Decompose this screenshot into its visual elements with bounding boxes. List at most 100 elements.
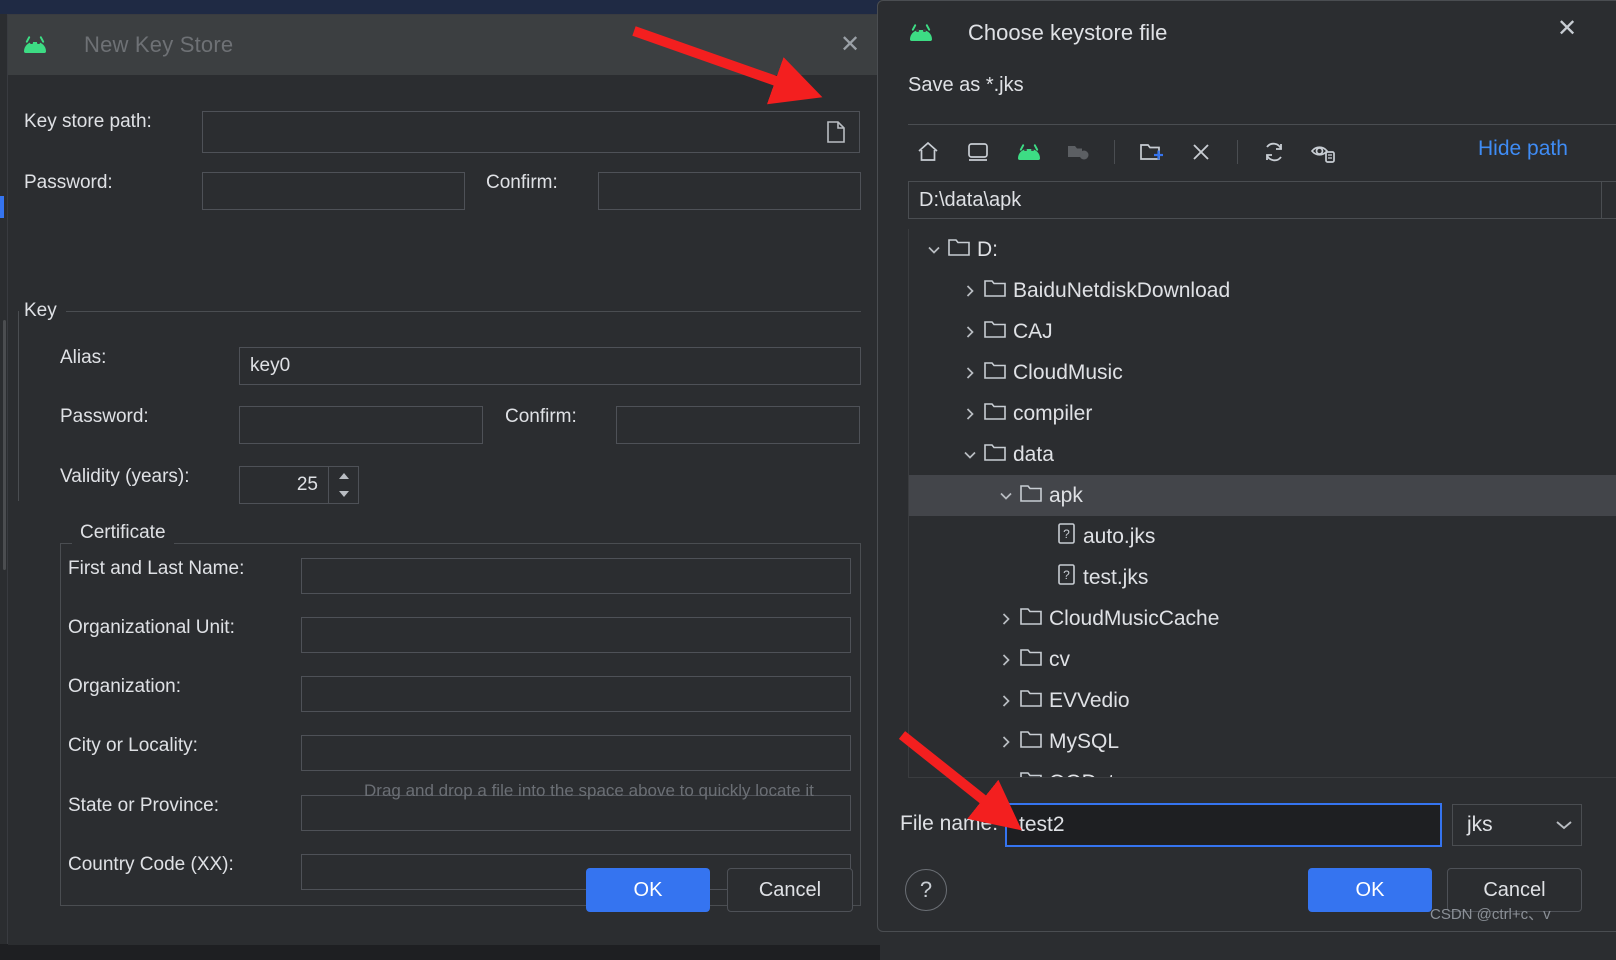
chevron-right-icon[interactable] [957,366,983,380]
tree-folder-row[interactable]: CloudMusic [909,352,1616,393]
ide-titlebar-backdrop [0,0,880,14]
tree-folder-row[interactable]: cv [909,639,1616,680]
extension-select[interactable]: jks [1452,804,1582,846]
store-confirm-row: Confirm: [486,172,558,194]
cert-label-country-code: Country Code (XX): [68,854,234,875]
chevron-down-icon[interactable] [1547,819,1581,831]
key-group-divider [66,311,861,312]
chevron-down-icon[interactable] [921,243,947,257]
chevron-right-icon[interactable] [957,407,983,421]
key-store-path-input[interactable] [202,111,860,153]
tree-folder-row[interactable]: CAJ [909,311,1616,352]
screen: New Key Store ✕ Key store path: Password… [0,0,1616,960]
cert-input-first-last-name[interactable] [301,558,851,594]
tree-item-label: cv [1049,647,1070,671]
store-password-input[interactable] [202,172,465,210]
file-name-label: File name: [900,812,999,835]
tree-folder-row[interactable]: CloudMusicCache [909,598,1616,639]
cert-row-organizational-unit: Organizational Unit: [68,617,300,639]
cert-label-organizational-unit: Organizational Unit: [68,617,235,638]
project-folder-icon[interactable] [1058,132,1098,172]
new-key-store-ok-button[interactable]: OK [586,868,710,912]
choose-keystore-ok-button[interactable]: OK [1308,868,1432,912]
spinner-down-icon[interactable] [329,485,358,503]
tree-folder-row[interactable]: apk [909,475,1616,516]
validity-spin-buttons[interactable] [328,467,358,503]
folder-icon [1019,687,1043,714]
tree-file-row[interactable]: ? test.jks [909,557,1616,598]
key-password-row: Password: [60,406,149,428]
certificate-group [60,543,861,906]
chevron-down-icon[interactable] [957,448,983,462]
close-icon[interactable]: ✕ [833,28,867,62]
tree-folder-row[interactable]: EVVedio [909,680,1616,721]
show-hidden-files-icon[interactable] [1304,132,1344,172]
alias-input[interactable]: key0 [239,347,861,385]
tree-folder-row[interactable]: BaiduNetdiskDownload [909,270,1616,311]
tree-folder-row[interactable]: MySQL [909,721,1616,762]
key-password-input[interactable] [239,406,483,444]
help-button[interactable]: ? [905,869,947,911]
hide-path-link[interactable]: Hide path [1478,137,1568,161]
close-icon[interactable]: ✕ [1550,11,1584,45]
file-tree[interactable]: D: BaiduNetdiskDownload CAJ CloudMusic compi… [908,229,1616,777]
tree-item-label: MySQL [1049,729,1120,753]
chevron-right-icon[interactable] [993,735,1019,749]
key-confirm-input[interactable] [616,406,860,444]
tree-folder-row[interactable]: QQData [909,762,1616,777]
android-robot-icon [22,35,48,53]
tree-folder-row[interactable]: data [909,434,1616,475]
folder-icon [1019,646,1043,673]
tree-folder-row[interactable]: compiler [909,393,1616,434]
folder-icon [983,359,1007,386]
choose-keystore-title: Choose keystore file [968,20,1168,45]
file-name-input[interactable]: test2 [1005,803,1442,847]
chevron-right-icon[interactable] [993,694,1019,708]
store-confirm-input[interactable] [598,172,861,210]
folder-icon[interactable] [821,117,851,147]
cert-input-organization[interactable] [301,676,851,712]
tree-item-label: apk [1049,483,1083,507]
alias-row: Alias: [60,347,106,369]
new-key-store-cancel-button[interactable]: Cancel [727,868,853,912]
tree-bottom-divider [908,777,1616,778]
cert-row-first-last-name: First and Last Name: [68,558,300,580]
folder-icon [1019,769,1043,777]
ide-scrollbar[interactable] [3,320,6,570]
home-icon[interactable] [908,132,948,172]
tree-folder-row[interactable]: D: [909,229,1616,270]
cert-row-city-or-locality: City or Locality: [68,735,300,757]
validity-value[interactable]: 25 [240,467,328,503]
cert-row-organization: Organization: [68,676,300,698]
new-folder-icon[interactable] [1131,132,1171,172]
unknown-file-icon: ? [1055,563,1077,592]
cert-input-organizational-unit[interactable] [301,617,851,653]
tree-item-label: CloudMusic [1013,360,1123,384]
chevron-right-icon[interactable] [957,325,983,339]
alias-label: Alias: [60,347,107,368]
chevron-right-icon[interactable] [957,284,983,298]
spinner-up-icon[interactable] [329,467,358,485]
delete-x-icon[interactable] [1181,132,1221,172]
toolbar-separator [1237,140,1238,164]
cert-row-country-code: Country Code (XX): [68,854,300,876]
desktop-icon[interactable] [958,132,998,172]
chevron-right-icon[interactable] [993,653,1019,667]
new-key-store-title: New Key Store [84,32,234,57]
validity-stepper[interactable]: 25 [239,466,359,504]
chevron-right-icon[interactable] [993,612,1019,626]
chevron-down-icon[interactable] [993,489,1019,503]
chevron-down-icon[interactable] [1601,182,1616,218]
store-password-row: Password: [24,172,200,194]
new-key-store-body: Key store path: Password: Confirm: Key A… [8,75,881,945]
folder-icon [1019,605,1043,632]
refresh-icon[interactable] [1254,132,1294,172]
tree-file-row[interactable]: ? auto.jks [909,516,1616,557]
path-value[interactable]: D:\data\apk [909,189,1601,212]
key-store-path-row: Key store path: [24,111,200,133]
tree-item-label: CAJ [1013,319,1053,343]
path-combo[interactable]: D:\data\apk [908,181,1616,219]
cert-input-city-or-locality[interactable] [301,735,851,771]
android-robot-icon[interactable] [1008,132,1048,172]
cert-row-state-or-province: State or Province: [68,795,300,817]
